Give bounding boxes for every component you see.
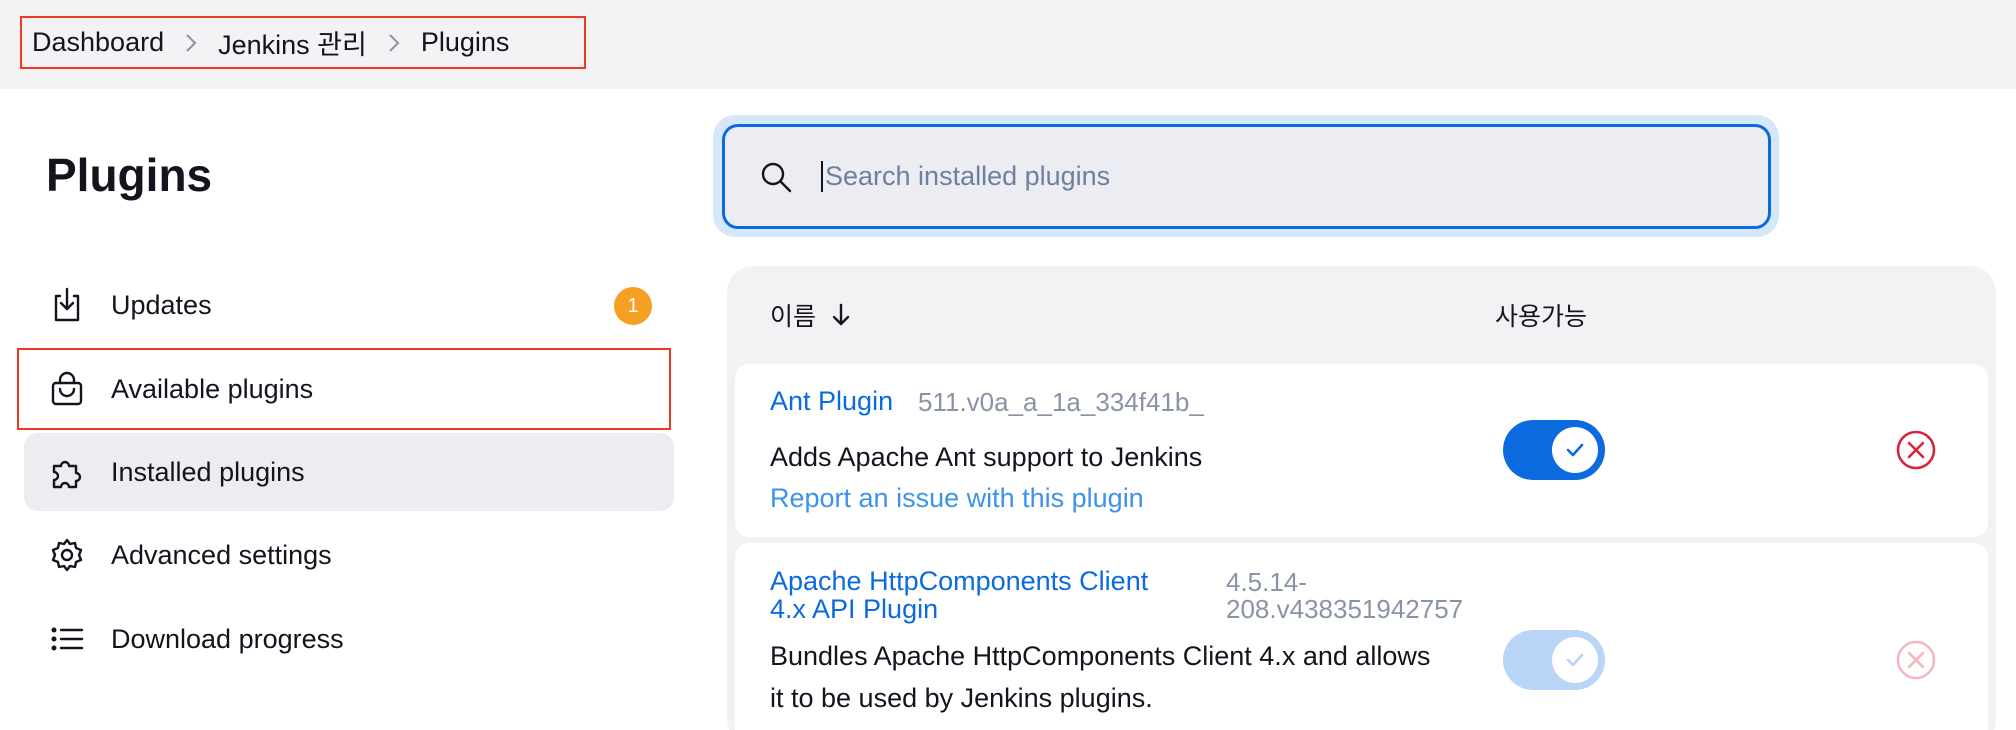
uninstall-button[interactable]	[1894, 428, 1938, 472]
puzzle-piece-icon	[46, 451, 88, 493]
download-icon	[46, 284, 88, 326]
plugin-version: 511.v0a_a_1a_334f41b_	[918, 387, 1204, 417]
breadcrumb: Dashboard Jenkins 관리 Plugins	[20, 16, 586, 69]
gear-icon	[46, 534, 88, 576]
plugin-description: Adds Apache Ant support to Jenkins	[770, 442, 1203, 472]
toggle-knob	[1552, 637, 1598, 683]
sidebar-item-label: Advanced settings	[111, 539, 332, 570]
toggle-knob	[1552, 427, 1598, 473]
report-issue-link[interactable]: Report an issue with this plugin	[770, 483, 1144, 514]
plugin-name-link[interactable]: Apache HttpComponents Client	[770, 566, 1148, 597]
breadcrumb-item-jenkins-manage[interactable]: Jenkins 관리	[218, 23, 367, 62]
checkmark-icon	[1566, 653, 1584, 667]
breadcrumb-bar: Dashboard Jenkins 관리 Plugins	[0, 0, 2016, 89]
sidebar-item-label: Updates	[111, 289, 212, 320]
arrow-down-icon	[832, 303, 850, 326]
plugin-enabled-toggle[interactable]	[1503, 420, 1605, 480]
updates-count-badge: 1	[614, 287, 652, 325]
chevron-right-icon	[164, 32, 218, 54]
sidebar-item-label: Installed plugins	[111, 456, 305, 487]
shopping-bag-icon	[46, 368, 88, 410]
plugin-description-line2: it to be used by Jenkins plugins.	[770, 683, 1153, 713]
column-header-name-label: 이름	[770, 303, 817, 331]
close-circle-icon	[1896, 640, 1936, 680]
list-icon	[46, 618, 88, 660]
sidebar-item-download-progress[interactable]: Download progress	[24, 600, 674, 678]
page-title: Plugins	[46, 149, 213, 201]
plugin-enabled-toggle[interactable]	[1503, 630, 1605, 690]
sidebar-item-updates[interactable]: Updates 1	[24, 266, 674, 344]
column-header-enabled: 사용가능	[1495, 297, 1587, 333]
search-icon	[761, 162, 792, 192]
breadcrumb-item-plugins[interactable]: Plugins	[421, 27, 510, 58]
close-circle-icon	[1896, 430, 1936, 470]
uninstall-button[interactable]	[1894, 638, 1938, 682]
sidebar-item-installed-plugins[interactable]: Installed plugins	[24, 433, 674, 511]
sidebar-item-available-plugins[interactable]: Available plugins	[24, 350, 674, 428]
column-header-name[interactable]: 이름	[770, 297, 852, 333]
sidebar-item-label: Available plugins	[111, 373, 314, 404]
search-box[interactable]	[722, 124, 1771, 229]
sidebar-item-label: Download progress	[111, 623, 344, 654]
plugin-description: Bundles Apache HttpComponents Client 4.x…	[770, 641, 1431, 671]
column-header-enabled-label: 사용가능	[1495, 303, 1588, 331]
search-input[interactable]	[821, 161, 1721, 192]
chevron-right-icon	[367, 32, 421, 54]
plugin-name-link[interactable]: Ant Plugin	[770, 386, 893, 417]
checkmark-icon	[1566, 443, 1584, 457]
breadcrumb-item-dashboard[interactable]: Dashboard	[32, 27, 164, 58]
sidebar-item-advanced-settings[interactable]: Advanced settings	[24, 516, 674, 594]
plugin-version-line2: 208.v438351942757	[1226, 594, 1464, 624]
plugin-name-link-line2[interactable]: 4.x API Plugin	[770, 594, 938, 625]
